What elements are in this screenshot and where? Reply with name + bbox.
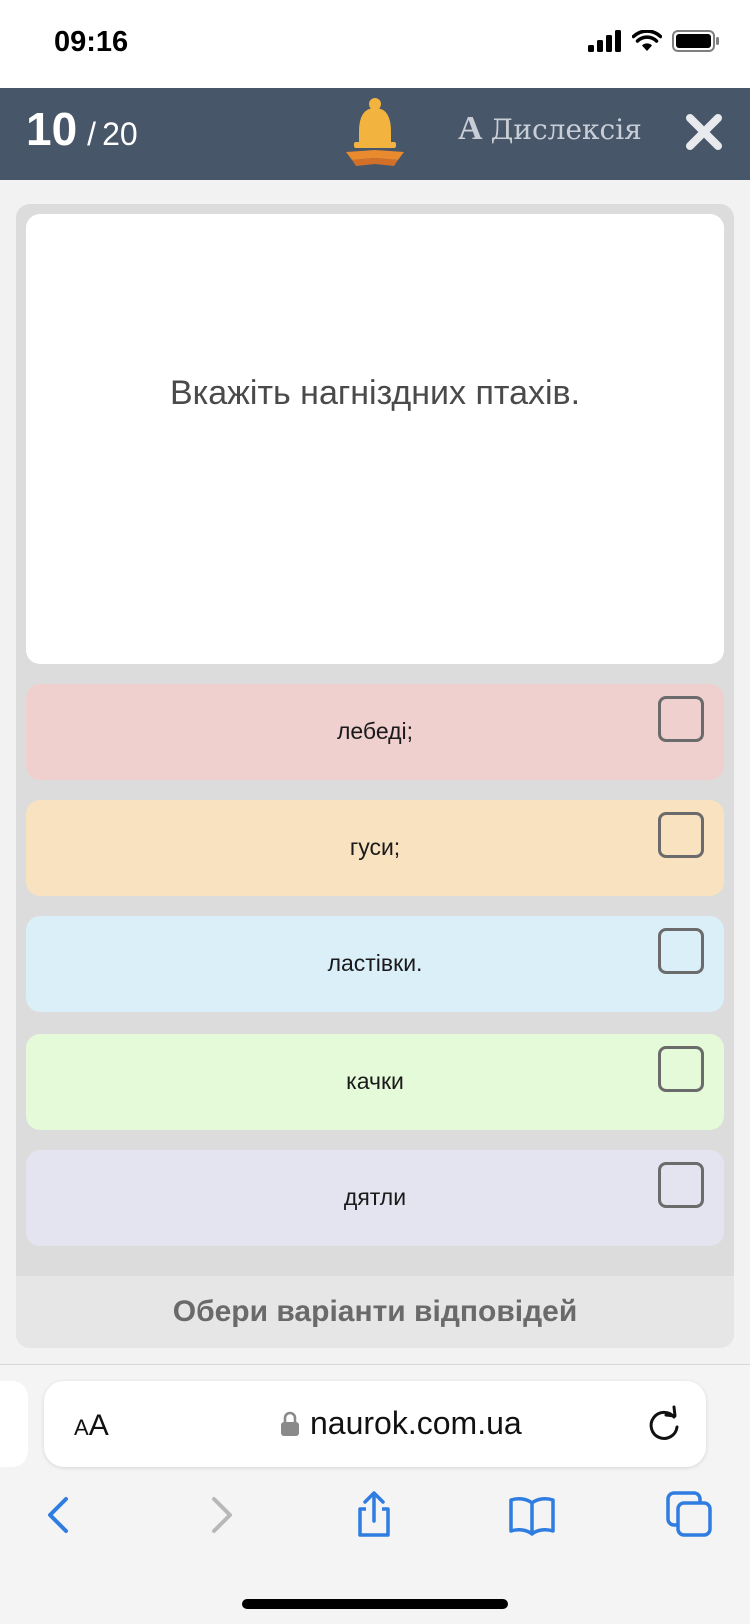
- answer-option-label: ластівки.: [327, 950, 423, 976]
- answer-option-label: качки: [346, 1068, 404, 1094]
- answer-checkbox[interactable]: [658, 1162, 704, 1208]
- answer-option[interactable]: гуси;: [26, 800, 724, 896]
- tabs-icon[interactable]: [666, 1491, 714, 1539]
- answer-option-label: лебеді;: [336, 718, 414, 744]
- url-display[interactable]: naurok.com.ua: [280, 1405, 522, 1442]
- url-text: naurok.com.ua: [310, 1405, 522, 1441]
- current-question-number: 10: [26, 103, 78, 155]
- answer-option[interactable]: качки: [26, 1034, 724, 1130]
- cellular-signal-icon: [588, 30, 621, 52]
- answer-option[interactable]: дятли: [26, 1150, 724, 1246]
- home-indicator: [242, 1599, 508, 1609]
- submit-answers-label: Обери варіанти відповідей: [172, 1295, 578, 1328]
- quiz-panel: Вкажіть нагніздних птахів. лебеді; гуси;…: [16, 204, 734, 1348]
- aa-large-letter: A: [88, 1409, 109, 1442]
- answer-option[interactable]: лебеді;: [26, 684, 724, 780]
- answer-option-label: гуси;: [349, 834, 401, 860]
- reader-settings-button[interactable]: AA: [74, 1409, 109, 1443]
- dyslexia-label: Дислексія: [490, 112, 642, 146]
- answer-checkbox[interactable]: [658, 1046, 704, 1092]
- answer-option[interactable]: ластівки.: [26, 916, 724, 1012]
- bookmarks-icon[interactable]: [508, 1491, 556, 1539]
- status-icons: [588, 30, 720, 52]
- bell-book-icon: [346, 98, 404, 166]
- status-time: 09:16: [54, 26, 129, 58]
- reload-icon[interactable]: [644, 1405, 684, 1445]
- total-questions-number: 20: [102, 116, 138, 152]
- question-counter: 10 / 20: [26, 102, 138, 156]
- address-bar[interactable]: AA naurok.com.ua: [44, 1381, 706, 1467]
- browser-toolbar-area: AA naurok.com.ua: [0, 1364, 750, 1624]
- dyslexia-letter: A: [458, 110, 483, 147]
- battery-icon: [672, 30, 719, 52]
- forward-icon[interactable]: [196, 1491, 244, 1539]
- share-icon[interactable]: [350, 1491, 398, 1539]
- aa-small-letter: A: [74, 1415, 89, 1440]
- quiz-header: 10 / 20 A Дислексія: [0, 88, 750, 180]
- wifi-icon: [632, 30, 662, 51]
- lock-icon: [281, 1411, 299, 1436]
- answer-checkbox[interactable]: [658, 696, 704, 742]
- counter-separator: /: [87, 116, 97, 152]
- back-icon[interactable]: [36, 1491, 84, 1539]
- close-icon[interactable]: [684, 112, 724, 152]
- previous-tab-peek[interactable]: [0, 1381, 28, 1467]
- question-card: Вкажіть нагніздних птахів.: [26, 214, 724, 664]
- answer-checkbox[interactable]: [658, 928, 704, 974]
- submit-answers-button[interactable]: Обери варіанти відповідей: [16, 1276, 734, 1348]
- answer-checkbox[interactable]: [658, 812, 704, 858]
- question-text: Вкажіть нагніздних птахів.: [169, 374, 581, 412]
- status-bar: 09:16: [0, 0, 750, 88]
- dyslexia-toggle-button[interactable]: A Дислексія: [458, 110, 642, 148]
- answer-option-label: дятли: [343, 1184, 407, 1210]
